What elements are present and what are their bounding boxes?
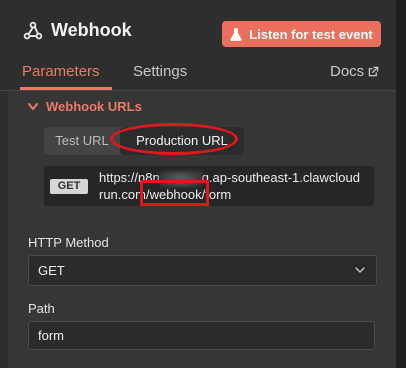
webhook-urls-label: Webhook URLs xyxy=(46,99,142,114)
url-line-1-suffix: q.ap-southeast-1.clawcloud xyxy=(201,170,360,185)
node-title: Webhook xyxy=(51,20,132,40)
url-line-2: run.com/webhook/form xyxy=(99,187,231,202)
chevron-down-icon xyxy=(355,267,365,273)
production-url-option[interactable]: Production URL xyxy=(120,127,244,155)
tab-parameters[interactable]: Parameters xyxy=(22,63,100,80)
url-type-switch: Test URL Production URL xyxy=(44,127,244,155)
listen-button-label: Listen for test event xyxy=(249,26,373,42)
path-input[interactable] xyxy=(28,321,375,350)
url-line-1: https://n8n q.ap-southeast-1.clawcloud xyxy=(99,170,360,186)
active-tab-indicator xyxy=(20,87,112,90)
http-method-select[interactable]: GET xyxy=(28,255,377,286)
panel-header: Webhook Listen for test event xyxy=(0,0,396,60)
url-line-1-prefix: https://n8n xyxy=(99,170,160,185)
redacted-area xyxy=(159,171,202,186)
method-badge: GET xyxy=(50,179,88,194)
webhook-urls-toggle[interactable]: Webhook URLs xyxy=(28,99,142,114)
webhook-url-display[interactable]: GET https://n8n q.ap-southeast-1.clawclou… xyxy=(44,166,374,206)
http-method-label: HTTP Method xyxy=(28,235,109,250)
listen-for-test-event-button[interactable]: Listen for test event xyxy=(222,21,381,47)
node-panel: Webhook Listen for test event Parameters… xyxy=(0,0,396,368)
caret-down-icon xyxy=(28,102,38,110)
docs-link[interactable]: Docs xyxy=(330,63,379,80)
url-line-2-suffix: form xyxy=(205,187,232,202)
tab-settings[interactable]: Settings xyxy=(133,63,187,80)
url-path-highlight: /webhook/ xyxy=(145,187,206,202)
docs-label: Docs xyxy=(330,63,365,80)
url-line-2-prefix: run.com xyxy=(99,187,146,202)
path-label: Path xyxy=(28,301,55,316)
webhook-icon xyxy=(23,21,43,40)
flask-icon xyxy=(230,27,242,41)
canvas-edge xyxy=(396,0,406,368)
panel-tabs: Parameters Settings Docs xyxy=(0,60,396,91)
test-url-option[interactable]: Test URL xyxy=(44,127,120,155)
external-link-icon xyxy=(368,66,379,77)
http-method-value: GET xyxy=(38,263,65,278)
parameters-content: Webhook URLs Test URL Production URL GET… xyxy=(8,91,396,368)
